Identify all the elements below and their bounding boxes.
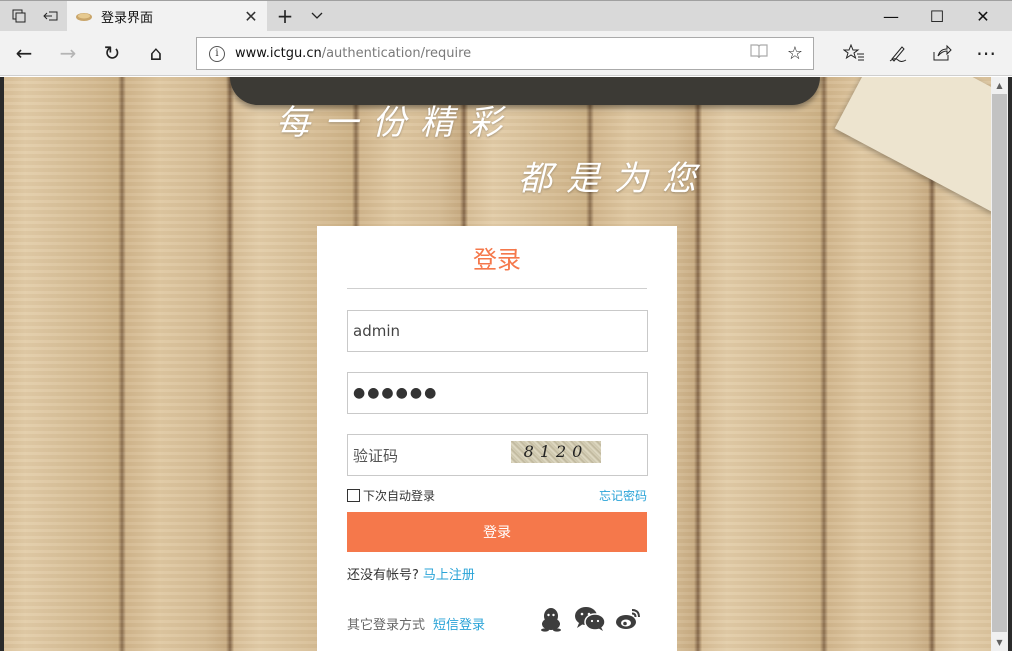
minimize-button[interactable]: — bbox=[868, 1, 914, 31]
scroll-up-icon[interactable]: ▲ bbox=[991, 77, 1008, 94]
other-login-label: 其它登录方式 bbox=[347, 618, 426, 633]
address-path: /authentication/require bbox=[321, 46, 472, 61]
register-link[interactable]: 马上注册 bbox=[423, 568, 475, 583]
remember-label: 下次自动登录 bbox=[363, 489, 436, 503]
favorites-hub-icon[interactable] bbox=[838, 38, 870, 68]
login-title: 登录 bbox=[473, 246, 521, 274]
other-login-row: 其它登录方式 短信登录 bbox=[347, 614, 485, 633]
sms-login-link[interactable]: 短信登录 bbox=[433, 614, 485, 633]
captcha-input[interactable]: 验证码 8120 bbox=[347, 434, 648, 476]
close-window-button[interactable]: ✕ bbox=[960, 1, 1006, 31]
slogan-line-1: 每一份精彩 bbox=[276, 103, 516, 143]
address-url[interactable]: www.ictgu.cn/authentication/require bbox=[235, 46, 741, 61]
address-bar[interactable]: i www.ictgu.cn/authentication/require ☆ bbox=[196, 37, 814, 70]
no-account-text: 还没有帐号? bbox=[347, 568, 419, 583]
share-icon[interactable] bbox=[926, 38, 958, 68]
qq-icon[interactable] bbox=[538, 606, 564, 632]
maximize-button[interactable]: ☐ bbox=[914, 1, 960, 31]
navigation-bar: ← → ↻ ⌂ i www.ictgu.cn/authentication/re… bbox=[0, 31, 1012, 76]
scroll-thumb[interactable] bbox=[992, 94, 1007, 632]
site-info-icon[interactable]: i bbox=[209, 45, 225, 62]
captcha-placeholder: 验证码 bbox=[353, 446, 399, 465]
no-account-row: 还没有帐号? 马上注册 bbox=[347, 564, 475, 583]
slogan-line-2: 都是为您 bbox=[518, 159, 710, 199]
tab-title: 登录界面 bbox=[101, 11, 154, 26]
tab-actions-icon[interactable] bbox=[4, 1, 34, 31]
web-note-icon[interactable] bbox=[882, 38, 914, 68]
login-button[interactable]: 登录 bbox=[347, 512, 647, 552]
tab-favicon-icon bbox=[76, 12, 92, 21]
new-tab-button[interactable]: + bbox=[270, 1, 300, 31]
login-card: 登录 admin ●●●●●● 验证码 8120 下次自动登录 忘记密码 登录 … bbox=[317, 226, 677, 651]
captcha-image[interactable]: 8120 bbox=[511, 441, 601, 463]
tab-close-icon[interactable]: ✕ bbox=[241, 7, 261, 26]
page-viewport: 每一份精彩 都是为您 登录 admin ●●●●●● 验证码 8120 下次自动… bbox=[0, 77, 991, 651]
tab-strip: 登录界面 ✕ + — ☐ ✕ bbox=[0, 0, 1012, 32]
home-button[interactable]: ⌂ bbox=[140, 38, 172, 68]
remember-checkbox[interactable] bbox=[347, 489, 360, 502]
tab-list-icon[interactable] bbox=[302, 1, 332, 31]
wechat-icon[interactable] bbox=[574, 606, 606, 632]
remember-me[interactable]: 下次自动登录 bbox=[347, 487, 435, 504]
title-divider bbox=[347, 288, 647, 289]
forgot-password-link[interactable]: 忘记密码 bbox=[599, 487, 647, 504]
vertical-scrollbar[interactable]: ▲ ▼ bbox=[991, 77, 1008, 651]
scroll-down-icon[interactable]: ▼ bbox=[991, 634, 1008, 651]
username-input[interactable]: admin bbox=[347, 310, 648, 352]
weibo-icon[interactable] bbox=[615, 606, 641, 632]
set-tabs-aside-icon[interactable] bbox=[36, 1, 66, 31]
reading-view-icon[interactable] bbox=[741, 43, 777, 64]
tab-login[interactable]: 登录界面 ✕ bbox=[67, 1, 267, 32]
refresh-button[interactable]: ↻ bbox=[96, 38, 128, 68]
favorite-star-icon[interactable]: ☆ bbox=[777, 43, 813, 64]
password-input[interactable]: ●●●●●● bbox=[347, 372, 648, 414]
address-host: www.ictgu.cn bbox=[235, 46, 322, 61]
back-button[interactable]: ← bbox=[8, 38, 40, 68]
more-menu-icon[interactable]: ⋯ bbox=[970, 38, 1002, 68]
forward-button[interactable]: → bbox=[52, 38, 84, 68]
